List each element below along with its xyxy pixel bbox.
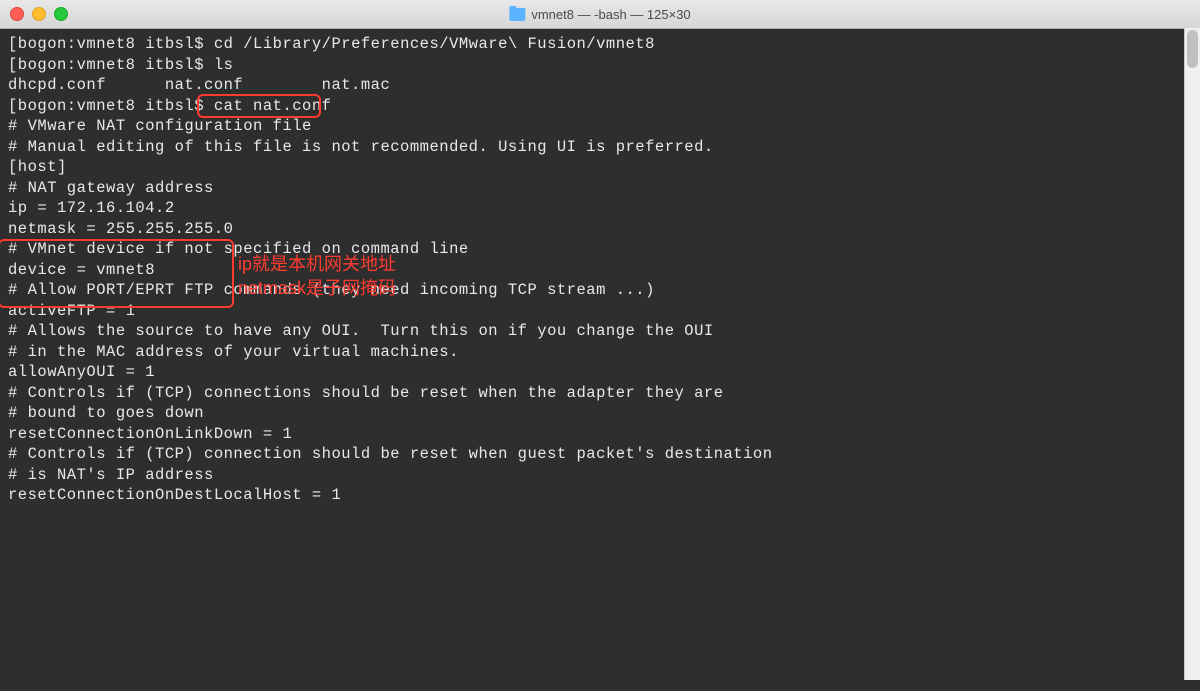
file-line: netmask = 255.255.255.0 [8, 219, 1192, 240]
file-line: [host] [8, 157, 1192, 178]
command-cat: cat nat.conf [214, 97, 332, 115]
file-line: # Controls if (TCP) connection should be… [8, 444, 1192, 465]
file-line: activeFTP = 1 [8, 301, 1192, 322]
scrollbar[interactable] [1184, 28, 1200, 680]
minimize-button[interactable] [32, 7, 46, 21]
file-line: allowAnyOUI = 1 [8, 362, 1192, 383]
file-line: resetConnectionOnDestLocalHost = 1 [8, 485, 1192, 506]
prompt: [bogon:vmnet8 itbsl$ [8, 56, 214, 74]
window-controls [10, 7, 68, 21]
annotation-netmask: netmask是子网掩码 [238, 278, 396, 299]
file-line: # NAT gateway address [8, 178, 1192, 199]
file-line: # Controls if (TCP) connections should b… [8, 383, 1192, 404]
folder-icon [509, 8, 525, 21]
prompt: [bogon:vmnet8 itbsl$ [8, 97, 214, 115]
file-line: # Allows the source to have any OUI. Tur… [8, 321, 1192, 342]
command-cd: cd /Library/Preferences/VMware\ Fusion/v… [214, 35, 655, 53]
file-line: # VMware NAT configuration file [8, 116, 1192, 137]
file-line: # bound to goes down [8, 403, 1192, 424]
file-line: device = vmnet8 [8, 260, 1192, 281]
command-ls: ls [214, 56, 234, 74]
file-line: resetConnectionOnLinkDown = 1 [8, 424, 1192, 445]
prompt: [bogon:vmnet8 itbsl$ [8, 35, 214, 53]
maximize-button[interactable] [54, 7, 68, 21]
ls-output: dhcpd.conf nat.conf nat.mac [8, 75, 1192, 96]
scrollbar-thumb[interactable] [1187, 30, 1198, 68]
file-line: # Manual editing of this file is not rec… [8, 137, 1192, 158]
file-line: ip = 172.16.104.2 [8, 198, 1192, 219]
close-button[interactable] [10, 7, 24, 21]
file-line: # is NAT's IP address [8, 465, 1192, 486]
file-line: # Allow PORT/EPRT FTP commands (they nee… [8, 280, 1192, 301]
title-text: vmnet8 — -bash — 125×30 [531, 7, 690, 22]
file-line: # VMnet device if not specified on comma… [8, 239, 1192, 260]
terminal-output[interactable]: [bogon:vmnet8 itbsl$ cd /Library/Prefere… [0, 29, 1200, 691]
file-line: # in the MAC address of your virtual mac… [8, 342, 1192, 363]
annotation-ip: ip就是本机网关地址 [238, 254, 396, 275]
window-title: vmnet8 — -bash — 125×30 [509, 7, 690, 22]
titlebar: vmnet8 — -bash — 125×30 [0, 0, 1200, 29]
